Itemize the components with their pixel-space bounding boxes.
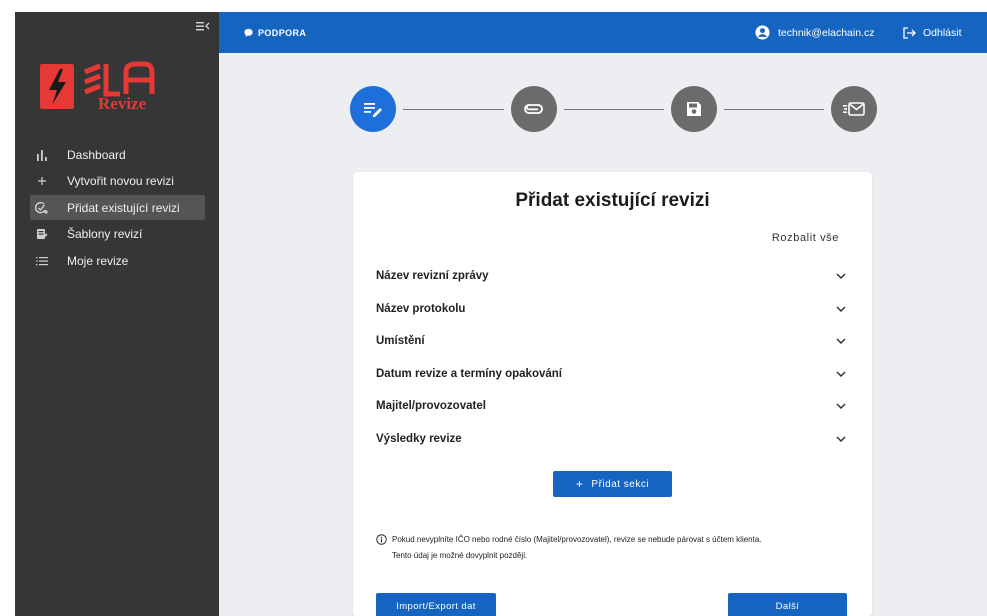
step-send[interactable] [831, 86, 877, 132]
next-button[interactable]: Další [728, 593, 847, 616]
sidebar-item-create-revision[interactable]: Vytvořit novou revizi [30, 169, 205, 194]
chevron-down-icon [836, 273, 846, 280]
section-protocol-name[interactable]: Název protokolu [376, 293, 849, 326]
check-add-icon [34, 201, 50, 215]
add-section-button[interactable]: + Přidat sekci [553, 471, 672, 497]
chevron-down-icon [836, 371, 846, 377]
add-section-label: Přidat sekci [591, 478, 650, 490]
plus-icon [34, 174, 50, 188]
edit-icon [364, 103, 382, 117]
step-edit[interactable] [350, 86, 396, 132]
sidebar: Revize Dashboard Vytvořit novou revizi P… [15, 12, 219, 616]
sidebar-item-label: Dashboard [67, 147, 126, 162]
sidebar-nav: Dashboard Vytvořit novou revizi Přidat e… [30, 142, 205, 275]
info-text-line1: Pokud nevyplníte IČO nebo rodné číslo (M… [392, 535, 762, 544]
sidebar-item-label: Moje revize [67, 253, 129, 268]
section-location[interactable]: Umístění [376, 325, 849, 358]
info-note: Pokud nevyplníte IČO nebo rodné číslo (M… [376, 532, 856, 563]
list-icon [34, 254, 50, 268]
section-label: Majitel/provozovatel [376, 400, 486, 413]
step-attachments[interactable] [511, 86, 557, 132]
chevron-down-icon [836, 436, 846, 442]
plus-icon: + [575, 477, 584, 491]
sidebar-item-dashboard[interactable]: Dashboard [30, 142, 205, 167]
section-list: Název revizní zprávy Název protokolu Umí… [376, 260, 849, 455]
chevron-down-icon [836, 403, 846, 410]
step-save[interactable] [671, 86, 717, 132]
progress-stepper [219, 12, 987, 162]
info-text-line2: Tento údaj je možné dovyplnit později. [392, 550, 528, 560]
logo-subtitle: Revize [98, 94, 147, 113]
page-title: Přidat existující revizi [515, 190, 710, 211]
attachment-icon [524, 104, 543, 114]
app-window: Revize Dashboard Vytvořit novou revizi P… [15, 12, 987, 616]
step-connector [403, 109, 504, 110]
section-owner[interactable]: Majitel/provozovatel [376, 390, 849, 423]
section-label: Datum revize a termíny opakování [376, 367, 562, 380]
import-export-button[interactable]: Import/Export dat [376, 593, 496, 616]
step-connector [564, 109, 664, 110]
info-icon [376, 534, 387, 545]
section-label: Název protokolu [376, 302, 466, 315]
add-revision-card: Přidat existující revizi Rozbalit vše Ná… [353, 172, 872, 616]
ela-logo[interactable]: Revize [40, 60, 180, 116]
sidebar-item-label: Vytvořit novou revizi [67, 174, 174, 188]
section-revision-date[interactable]: Datum revize a termíny opakování [376, 358, 849, 391]
bar-chart-icon [34, 148, 50, 162]
save-icon [687, 102, 701, 116]
section-label: Název revizní zprávy [376, 270, 489, 283]
sidebar-item-label: Přidat existující revizi [67, 200, 180, 215]
send-mail-icon [843, 102, 865, 116]
collapse-sidebar-icon[interactable] [195, 19, 211, 33]
sidebar-item-label: Šablony revizí [67, 227, 143, 241]
section-label: Výsledky revize [376, 432, 462, 445]
expand-all-button[interactable]: Rozbalit vše [772, 232, 839, 244]
sidebar-item-templates[interactable]: Šablony revizí [30, 222, 205, 247]
section-report-name[interactable]: Název revizní zprávy [376, 260, 849, 293]
sidebar-item-my-revisions[interactable]: Moje revize [30, 248, 205, 273]
step-connector [724, 109, 824, 110]
template-icon [34, 227, 50, 241]
chevron-down-icon [836, 338, 846, 345]
chevron-down-icon [836, 306, 846, 312]
section-label: Umístění [376, 335, 425, 348]
sidebar-item-add-existing-revision[interactable]: Přidat existující revizi [30, 195, 205, 220]
section-results[interactable]: Výsledky revize [376, 423, 849, 456]
